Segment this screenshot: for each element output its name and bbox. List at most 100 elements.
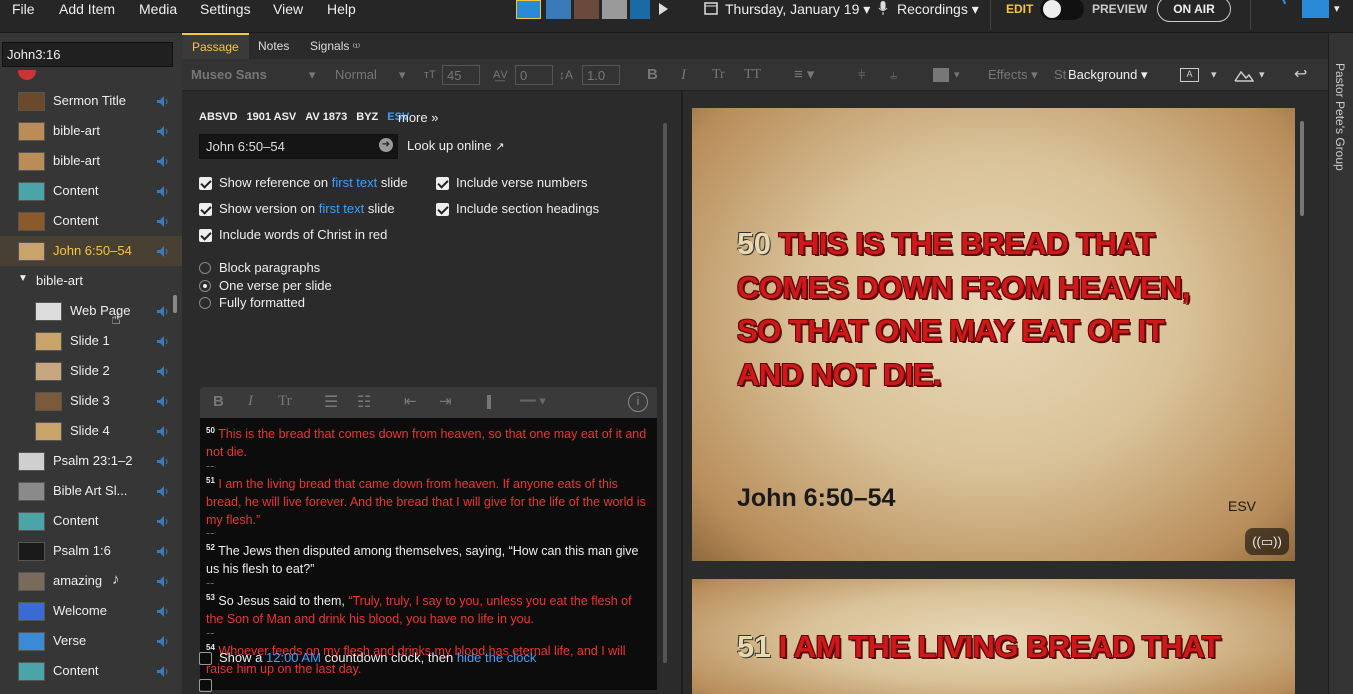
tab-signals[interactable]: Signals ⁽¹⁾ <box>300 33 370 59</box>
menu-add-item[interactable]: Add Item <box>59 0 115 18</box>
menu-help[interactable]: Help <box>327 0 356 18</box>
show-version-checkbox[interactable] <box>199 203 212 216</box>
fully-formatted-radio[interactable] <box>199 297 211 309</box>
preset-thumb-5[interactable] <box>630 0 650 19</box>
style-dropdown[interactable]: ━━ ▾ <box>520 393 546 409</box>
words-red-checkbox[interactable] <box>199 229 212 242</box>
sidebar-item[interactable]: Slide 2 <box>0 356 182 386</box>
right-panel[interactable]: Pastor Pete's Group <box>1328 33 1353 694</box>
italic-icon[interactable]: I <box>248 393 253 410</box>
one-verse-radio[interactable] <box>199 280 211 292</box>
sidebar-item[interactable]: John 6:50–54 <box>0 236 182 266</box>
sidebar-item[interactable]: Sermon Title <box>0 86 182 116</box>
undo-icon[interactable]: ↩ <box>1294 59 1307 91</box>
section-headings-checkbox[interactable] <box>436 203 449 216</box>
all-caps-icon[interactable]: TT <box>744 59 761 91</box>
sidebar-item[interactable]: Welcome <box>0 596 182 626</box>
group-header-bible-art[interactable]: ▼ bible-art <box>0 266 182 296</box>
menu-file[interactable]: File <box>12 0 35 18</box>
preset-thumb-4[interactable] <box>602 0 627 19</box>
speaker-icon[interactable] <box>157 395 169 407</box>
play-icon[interactable] <box>658 3 668 15</box>
speaker-icon[interactable] <box>157 605 169 617</box>
option-checkbox-partial[interactable] <box>199 679 212 692</box>
speaker-icon[interactable] <box>157 575 169 587</box>
sync-icon[interactable] <box>1265 0 1289 16</box>
sidebar-item[interactable]: Content <box>0 506 182 536</box>
search-input[interactable]: John3:16 <box>2 42 173 67</box>
user-avatar[interactable] <box>1302 0 1329 18</box>
speaker-icon[interactable] <box>157 515 169 527</box>
bullet-list-icon[interactable]: ☰ <box>324 392 338 412</box>
line-height-input[interactable]: 1.0 <box>582 65 620 85</box>
speaker-icon[interactable] <box>157 335 169 347</box>
speaker-icon[interactable] <box>157 545 169 557</box>
sidebar-item[interactable]: Slide 3 <box>0 386 182 416</box>
speaker-icon[interactable] <box>157 95 169 107</box>
speaker-icon[interactable] <box>157 215 169 227</box>
tab-notes[interactable]: Notes <box>248 33 299 59</box>
speaker-icon[interactable] <box>157 155 169 167</box>
version-option[interactable]: AV 1873 <box>305 111 347 123</box>
version-option[interactable]: BYZ <box>356 111 378 123</box>
chevron-down-icon[interactable]: ▼ <box>18 273 28 284</box>
tracking-input[interactable]: 0 <box>515 65 553 85</box>
version-option[interactable]: ABSVD <box>199 111 238 123</box>
version-option[interactable]: 1901 ASV <box>247 111 297 123</box>
speaker-icon[interactable] <box>157 245 169 257</box>
recordings-dropdown[interactable]: Recordings ▾ <box>897 0 979 18</box>
speaker-icon[interactable] <box>157 185 169 197</box>
chevron-down-icon[interactable]: ▾ <box>1211 59 1217 91</box>
sidebar-item[interactable]: bible-art <box>0 116 182 146</box>
show-reference-checkbox[interactable] <box>199 177 212 190</box>
speaker-icon[interactable] <box>157 125 169 137</box>
sidebar-item[interactable]: Slide 1 <box>0 326 182 356</box>
bold-icon[interactable]: B <box>213 393 224 410</box>
preview-scrollbar[interactable] <box>1300 121 1304 216</box>
speaker-icon[interactable] <box>157 635 169 647</box>
menu-media[interactable]: Media <box>139 0 177 18</box>
block-paragraphs-radio[interactable] <box>199 262 211 274</box>
text-box-icon[interactable]: A <box>1180 68 1199 82</box>
sidebar-item[interactable]: Content <box>0 656 182 686</box>
speaker-icon[interactable] <box>157 365 169 377</box>
align-icon[interactable]: ≡ ▾ <box>794 59 814 91</box>
sidebar-item[interactable]: Web Page <box>0 296 182 326</box>
effects-dropdown[interactable]: Effects ▾ <box>988 59 1038 91</box>
sidebar-item[interactable]: Slide 4 <box>0 416 182 446</box>
sidebar-item[interactable]: Content <box>0 206 182 236</box>
preset-thumb-3[interactable] <box>574 0 599 19</box>
speaker-icon[interactable] <box>157 425 169 437</box>
speaker-icon[interactable] <box>157 485 169 497</box>
sidebar-scrollbar[interactable] <box>173 295 177 313</box>
edit-preview-toggle[interactable] <box>1040 0 1084 20</box>
bold-icon[interactable]: B <box>647 59 658 91</box>
vertical-align-icon[interactable]: ⫩ <box>858 59 865 91</box>
color-swatch[interactable] <box>933 68 949 82</box>
sidebar-item[interactable]: bible-art <box>0 146 182 176</box>
tab-passage[interactable]: Passage <box>182 33 249 59</box>
date-dropdown[interactable]: Thursday, January 19 ▾ <box>725 0 870 18</box>
sidebar-item[interactable]: Verse <box>0 626 182 656</box>
image-mountain-icon[interactable] <box>1234 68 1254 82</box>
preset-thumb-1[interactable] <box>516 0 541 19</box>
preset-thumb-2[interactable] <box>546 0 571 19</box>
indent-icon[interactable]: ⇥ <box>439 392 452 410</box>
chevron-down-icon[interactable]: ▾ <box>954 59 960 91</box>
font-style-select[interactable]: Normal ▾ <box>335 59 405 91</box>
center-align-icon[interactable]: ⫨ <box>890 59 897 91</box>
verse-numbers-checkbox[interactable] <box>436 177 449 190</box>
speaker-icon[interactable] <box>157 455 169 467</box>
countdown-clock-checkbox[interactable] <box>199 652 212 665</box>
st-label[interactable]: St <box>1054 59 1066 91</box>
speaker-icon[interactable] <box>157 305 169 317</box>
go-arrow-icon[interactable]: ➜ <box>379 138 393 152</box>
outdent-icon[interactable]: ⇤ <box>404 392 417 410</box>
look-up-online-link[interactable]: Look up online ↗ <box>407 138 504 153</box>
editor-scrollbar[interactable] <box>663 123 667 663</box>
background-dropdown[interactable]: Background ▾ <box>1068 59 1148 91</box>
speaker-icon[interactable] <box>157 665 169 677</box>
reference-input[interactable]: John 6:50–54 ➜ <box>199 134 398 159</box>
numbered-list-icon[interactable]: ☷ <box>357 392 371 412</box>
broadcast-icon[interactable]: ((▭)) <box>1245 528 1289 555</box>
